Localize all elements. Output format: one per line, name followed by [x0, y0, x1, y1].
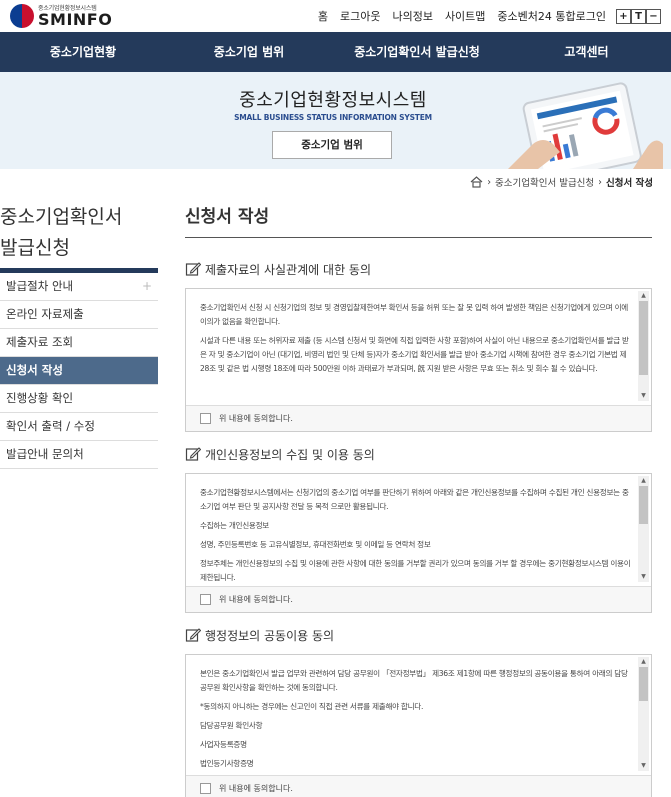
agree-label[interactable]: 위 내용에 동의합니다.	[219, 594, 293, 605]
agree-row: 위 내용에 동의합니다.	[186, 405, 651, 431]
sidebar-item-progress[interactable]: 진행상황 확인	[0, 385, 158, 413]
breadcrumb: › 중소기업확인서 발급신청 › 신청서 작성	[470, 175, 653, 189]
logout-link[interactable]: 로그아웃	[340, 8, 380, 24]
sidebar-title: 중소기업확인서 발급신청	[0, 202, 160, 264]
font-decrease-button[interactable]: −	[646, 8, 661, 24]
nav-sme-status[interactable]: 중소기업현황	[0, 32, 166, 72]
section-heading-text: 행정정보의 공동이용 동의	[205, 628, 335, 643]
sidebar-item-label: 확인서 출력 / 수정	[6, 419, 95, 433]
edit-icon	[185, 262, 201, 276]
agree-label[interactable]: 위 내용에 동의합니다.	[219, 783, 293, 794]
agree-row: 위 내용에 동의합니다.	[186, 586, 651, 612]
home-link[interactable]: 홈	[318, 8, 328, 24]
scrollbar[interactable]: ▲ ▼	[638, 476, 649, 582]
scroll-down-icon[interactable]: ▼	[638, 391, 649, 401]
sidebar-item-label: 진행상황 확인	[6, 391, 74, 405]
consent-paragraph: 본인은 중소기업확인서 발급 업무와 관련하여 담당 공무원이 「전자정부법」 …	[200, 669, 628, 692]
edit-icon	[185, 628, 201, 642]
agree-label[interactable]: 위 내용에 동의합니다.	[219, 413, 293, 424]
sidebar-title-line1: 중소기업확인서	[0, 206, 123, 228]
scroll-down-icon[interactable]: ▼	[638, 572, 649, 582]
sidebar-item-label: 발급안내 문의처	[6, 447, 84, 461]
scroll-down-icon[interactable]: ▼	[638, 761, 649, 771]
consent-paragraph: 성명, 주민등록번호 등 고유식별정보, 휴대전화번호 및 이메일 등 연락처 …	[200, 540, 431, 549]
scroll-thumb[interactable]	[639, 301, 648, 375]
scroll-thumb[interactable]	[639, 486, 648, 524]
sidebar-item-inquiry[interactable]: 발급안내 문의처	[0, 441, 158, 469]
font-size-controls: + T −	[616, 8, 661, 24]
section-heading: 행정정보의 공동이용 동의	[185, 624, 652, 646]
sme-scope-button[interactable]: 중소기업 범위	[272, 131, 392, 159]
sidebar-item-procedure[interactable]: 발급절차 안내 +	[0, 273, 158, 301]
consent-paragraph: 시설과 다른 내용 또는 허위자료 제출 (등 시스템 신청서 및 화면에 직접…	[200, 336, 629, 373]
section-heading: 제출자료의 사실관계에 대한 동의	[185, 258, 652, 280]
consent-section-facts: 제출자료의 사실관계에 대한 동의 중소기업확인서 신청 시 신청기업의 정보 …	[185, 258, 652, 432]
section-heading-text: 제출자료의 사실관계에 대한 동의	[205, 262, 372, 277]
home-icon[interactable]	[470, 176, 483, 188]
font-reset-button[interactable]: T	[631, 8, 646, 24]
consent-paragraph: 수집하는 개인신용정보	[200, 521, 269, 530]
consent-text: 중소기업현황정보시스템에서는 신청기업의 중소기업 여부를 판단하기 위하여 아…	[186, 474, 651, 583]
section-heading: 개인신용정보의 수집 및 이용 동의	[185, 443, 652, 465]
nav-sme-scope[interactable]: 중소기업 범위	[166, 32, 332, 72]
breadcrumb-item-current: 신청서 작성	[605, 178, 653, 189]
sidebar-item-label: 제출자료 조회	[6, 335, 74, 349]
scrollbar[interactable]: ▲ ▼	[638, 657, 649, 771]
consent-paragraph: 사업자등록증명	[200, 740, 247, 749]
sidebar-item-submitted-lookup[interactable]: 제출자료 조회	[0, 329, 158, 357]
tablet-illustration-icon	[508, 82, 663, 169]
consent-paragraph: 정보주체는 개인신용정보의 수집 및 이용에 관한 사항에 대한 동의를 거부할…	[200, 559, 631, 582]
scroll-up-icon[interactable]: ▲	[638, 657, 649, 667]
logo-title: SMINFO	[38, 10, 113, 29]
scrollbar[interactable]: ▲ ▼	[638, 291, 649, 401]
utility-links: 홈 로그아웃 나의정보 사이트맵 중소벤처24 통합로그인 + T −	[306, 8, 661, 24]
chevron-right-icon: ›	[598, 176, 602, 188]
nav-certificate-application[interactable]: 중소기업확인서 발급신청	[332, 32, 502, 72]
top-utility-bar: 중소기업현황정보시스템 SMINFO 홈 로그아웃 나의정보 사이트맵 중소벤처…	[0, 0, 671, 32]
integrated-login-link[interactable]: 중소벤처24 통합로그인	[497, 8, 606, 24]
scroll-up-icon[interactable]: ▲	[638, 291, 649, 301]
consent-text-box[interactable]: 중소기업현황정보시스템에서는 신청기업의 중소기업 여부를 판단하기 위하여 아…	[185, 473, 652, 613]
scroll-thumb[interactable]	[639, 667, 648, 701]
chevron-right-icon: ›	[487, 176, 491, 188]
consent-paragraph: 중소기업현황정보시스템에서는 신청기업의 중소기업 여부를 판단하기 위하여 아…	[200, 488, 629, 511]
consent-paragraph: *동의하지 아니하는 경우에는 신고인이 직접 관련 서류를 제출해야 합니다.	[200, 702, 424, 711]
font-increase-button[interactable]: +	[616, 8, 631, 24]
consent-paragraph: 담당공무원 확인사항	[200, 721, 263, 730]
agree-row: 위 내용에 동의합니다.	[186, 775, 651, 797]
sidebar-title-line2: 발급신청	[0, 237, 70, 259]
consent-paragraph: 법인등기사항증명	[200, 759, 254, 768]
sidebar-item-label: 발급절차 안내	[6, 279, 74, 293]
site-logo[interactable]: 중소기업현황정보시스템 SMINFO	[10, 3, 112, 28]
agree-checkbox-facts[interactable]	[200, 413, 211, 424]
scroll-up-icon[interactable]: ▲	[638, 476, 649, 486]
consent-paragraph: 중소기업확인서 신청 시 신청기업의 정보 및 경영입찰제한여부 확인서 등을 …	[200, 303, 628, 326]
sidebar-item-print-edit[interactable]: 확인서 출력 / 수정	[0, 413, 158, 441]
sitemap-link[interactable]: 사이트맵	[445, 8, 485, 24]
main-content: 신청서 작성 제출자료의 사실관계에 대한 동의 중소기업확인서 신청 시 신청…	[185, 202, 652, 797]
edit-icon	[185, 447, 201, 461]
plus-icon[interactable]: +	[142, 273, 152, 300]
consent-text: 본인은 중소기업확인서 발급 업무와 관련하여 담당 공무원이 「전자정부법」 …	[186, 655, 651, 772]
consent-text-box[interactable]: 중소기업확인서 신청 시 신청기업의 정보 및 경영입찰제한여부 확인서 등을 …	[185, 288, 652, 432]
agree-checkbox-personal-credit[interactable]	[200, 594, 211, 605]
breadcrumb-item-application[interactable]: 중소기업확인서 발급신청	[495, 175, 594, 189]
page-title: 신청서 작성	[185, 202, 652, 238]
section-heading-text: 개인신용정보의 수집 및 이용 동의	[205, 447, 375, 462]
main-navigation: 중소기업현황 중소기업 범위 중소기업확인서 발급신청 고객센터	[0, 32, 671, 72]
sidebar-item-online-submit[interactable]: 온라인 자료제출	[0, 301, 158, 329]
nav-customer-center[interactable]: 고객센터	[502, 32, 671, 72]
sidebar-menu: 발급절차 안내 + 온라인 자료제출 제출자료 조회 신청서 작성 진행상황 확…	[0, 268, 158, 469]
hero-banner: 중소기업현황정보시스템 SMALL BUSINESS STATUS INFORM…	[0, 72, 671, 169]
agree-checkbox-admin-info[interactable]	[200, 783, 211, 794]
sidebar-item-label: 신청서 작성	[6, 363, 63, 377]
consent-section-personal-credit: 개인신용정보의 수집 및 이용 동의 중소기업현황정보시스템에서는 신청기업의 …	[185, 443, 652, 613]
sidebar-item-write-application[interactable]: 신청서 작성	[0, 357, 158, 385]
consent-text: 중소기업확인서 신청 시 신청기업의 정보 및 경영입찰제한여부 확인서 등을 …	[186, 289, 651, 402]
my-info-link[interactable]: 나의정보	[392, 8, 432, 24]
taegeuk-logo-icon	[10, 3, 34, 28]
sidebar-item-label: 온라인 자료제출	[6, 307, 84, 321]
consent-text-box[interactable]: 본인은 중소기업확인서 발급 업무와 관련하여 담당 공무원이 「전자정부법」 …	[185, 654, 652, 797]
consent-section-admin-info: 행정정보의 공동이용 동의 본인은 중소기업확인서 발급 업무와 관련하여 담당…	[185, 624, 652, 797]
